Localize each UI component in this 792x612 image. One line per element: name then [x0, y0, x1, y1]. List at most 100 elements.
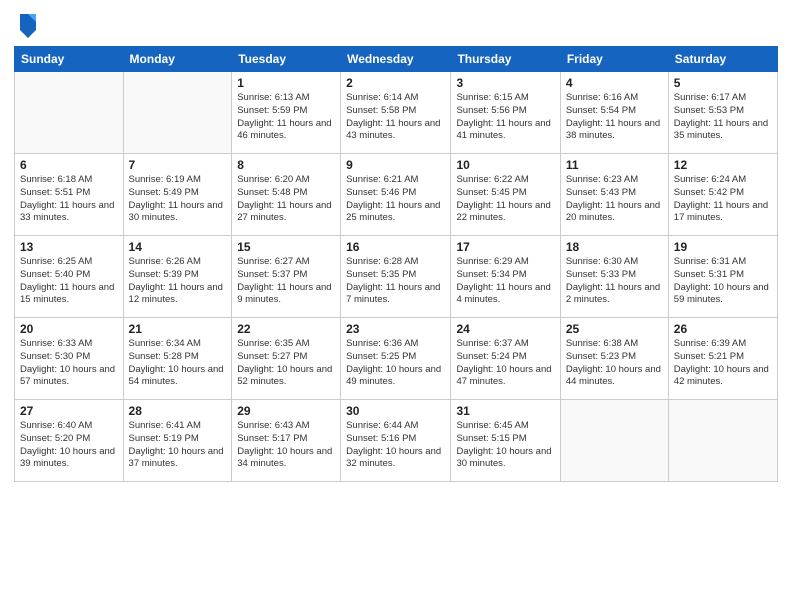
table-row — [15, 72, 124, 154]
day-detail: Sunrise: 6:37 AMSunset: 5:24 PMDaylight:… — [456, 338, 554, 389]
day-detail: Sunrise: 6:17 AMSunset: 5:53 PMDaylight:… — [674, 92, 772, 143]
day-number: 5 — [674, 76, 772, 90]
calendar-day-header: Wednesday — [341, 47, 451, 72]
table-row: 23 Sunrise: 6:36 AMSunset: 5:25 PMDayligh… — [341, 318, 451, 400]
calendar-day-header: Monday — [123, 47, 232, 72]
table-row: 27 Sunrise: 6:40 AMSunset: 5:20 PMDayligh… — [15, 400, 124, 482]
day-number: 2 — [346, 76, 445, 90]
day-detail: Sunrise: 6:40 AMSunset: 5:20 PMDaylight:… — [20, 420, 118, 471]
table-row: 10Sunrise: 6:22 AMSunset: 5:45 PMDayligh… — [451, 154, 560, 236]
day-number: 13 — [20, 240, 118, 254]
table-row: 26Sunrise: 6:39 AMSunset: 5:21 PMDayligh… — [668, 318, 777, 400]
day-detail: Sunrise: 6:33 AMSunset: 5:30 PMDaylight:… — [20, 338, 118, 389]
day-number: 3 — [456, 76, 554, 90]
table-row: 3 Sunrise: 6:15 AMSunset: 5:56 PMDaylight… — [451, 72, 560, 154]
day-number: 30 — [346, 404, 445, 418]
day-number: 7 — [129, 158, 227, 172]
page: SundayMondayTuesdayWednesdayThursdayFrid… — [0, 0, 792, 612]
table-row: 18Sunrise: 6:30 AMSunset: 5:33 PMDayligh… — [560, 236, 668, 318]
day-number: 25 — [566, 322, 663, 336]
table-row: 8Sunrise: 6:20 AMSunset: 5:48 PMDaylight… — [232, 154, 341, 236]
table-row: 30 Sunrise: 6:44 AMSunset: 5:16 PMDayligh… — [341, 400, 451, 482]
table-row: 17 Sunrise: 6:29 AMSunset: 5:34 PMDayligh… — [451, 236, 560, 318]
day-detail: Sunrise: 6:27 AMSunset: 5:37 PMDaylight:… — [237, 256, 335, 307]
day-number: 11 — [566, 158, 663, 172]
day-number: 28 — [129, 404, 227, 418]
table-row: 25Sunrise: 6:38 AMSunset: 5:23 PMDayligh… — [560, 318, 668, 400]
day-detail: Sunrise: 6:35 AMSunset: 5:27 PMDaylight:… — [237, 338, 335, 389]
day-detail: Sunrise: 6:21 AMSunset: 5:46 PMDaylight:… — [346, 174, 445, 225]
day-number: 12 — [674, 158, 772, 172]
day-number: 20 — [20, 322, 118, 336]
table-row: 11Sunrise: 6:23 AMSunset: 5:43 PMDayligh… — [560, 154, 668, 236]
day-number: 23 — [346, 322, 445, 336]
day-number: 4 — [566, 76, 663, 90]
day-number: 29 — [237, 404, 335, 418]
table-row: 9 Sunrise: 6:21 AMSunset: 5:46 PMDaylight… — [341, 154, 451, 236]
table-row: 2 Sunrise: 6:14 AMSunset: 5:58 PMDaylight… — [341, 72, 451, 154]
day-number: 24 — [456, 322, 554, 336]
day-number: 14 — [129, 240, 227, 254]
table-row — [560, 400, 668, 482]
day-number: 31 — [456, 404, 554, 418]
day-detail: Sunrise: 6:26 AMSunset: 5:39 PMDaylight:… — [129, 256, 227, 307]
day-detail: Sunrise: 6:45 AMSunset: 5:15 PMDaylight:… — [456, 420, 554, 471]
calendar-day-header: Tuesday — [232, 47, 341, 72]
day-detail: Sunrise: 6:31 AMSunset: 5:31 PMDaylight:… — [674, 256, 772, 307]
table-row: 29 Sunrise: 6:43 AMSunset: 5:17 PMDayligh… — [232, 400, 341, 482]
table-row: 12 Sunrise: 6:24 AMSunset: 5:42 PMDayligh… — [668, 154, 777, 236]
day-number: 22 — [237, 322, 335, 336]
calendar-week-row: 20 Sunrise: 6:33 AMSunset: 5:30 PMDayligh… — [15, 318, 778, 400]
day-number: 27 — [20, 404, 118, 418]
day-detail: Sunrise: 6:15 AMSunset: 5:56 PMDaylight:… — [456, 92, 554, 143]
logo-icon — [16, 10, 40, 38]
day-number: 9 — [346, 158, 445, 172]
day-detail: Sunrise: 6:41 AMSunset: 5:19 PMDaylight:… — [129, 420, 227, 471]
table-row: 13 Sunrise: 6:25 AMSunset: 5:40 PMDayligh… — [15, 236, 124, 318]
day-detail: Sunrise: 6:43 AMSunset: 5:17 PMDaylight:… — [237, 420, 335, 471]
day-detail: Sunrise: 6:14 AMSunset: 5:58 PMDaylight:… — [346, 92, 445, 143]
day-detail: Sunrise: 6:16 AMSunset: 5:54 PMDaylight:… — [566, 92, 663, 143]
table-row: 1 Sunrise: 6:13 AMSunset: 5:59 PMDaylight… — [232, 72, 341, 154]
day-number: 1 — [237, 76, 335, 90]
day-detail: Sunrise: 6:44 AMSunset: 5:16 PMDaylight:… — [346, 420, 445, 471]
table-row: 20 Sunrise: 6:33 AMSunset: 5:30 PMDayligh… — [15, 318, 124, 400]
day-detail: Sunrise: 6:29 AMSunset: 5:34 PMDaylight:… — [456, 256, 554, 307]
calendar-week-row: 6Sunrise: 6:18 AMSunset: 5:51 PMDaylight… — [15, 154, 778, 236]
table-row: 7 Sunrise: 6:19 AMSunset: 5:49 PMDaylight… — [123, 154, 232, 236]
table-row: 16 Sunrise: 6:28 AMSunset: 5:35 PMDayligh… — [341, 236, 451, 318]
table-row: 15 Sunrise: 6:27 AMSunset: 5:37 PMDayligh… — [232, 236, 341, 318]
table-row: 5 Sunrise: 6:17 AMSunset: 5:53 PMDaylight… — [668, 72, 777, 154]
table-row: 6Sunrise: 6:18 AMSunset: 5:51 PMDaylight… — [15, 154, 124, 236]
table-row — [668, 400, 777, 482]
day-detail: Sunrise: 6:25 AMSunset: 5:40 PMDaylight:… — [20, 256, 118, 307]
day-number: 17 — [456, 240, 554, 254]
table-row: 24 Sunrise: 6:37 AMSunset: 5:24 PMDayligh… — [451, 318, 560, 400]
calendar-header-row: SundayMondayTuesdayWednesdayThursdayFrid… — [15, 47, 778, 72]
day-number: 15 — [237, 240, 335, 254]
table-row — [123, 72, 232, 154]
calendar-table: SundayMondayTuesdayWednesdayThursdayFrid… — [14, 46, 778, 482]
table-row: 19Sunrise: 6:31 AMSunset: 5:31 PMDayligh… — [668, 236, 777, 318]
day-detail: Sunrise: 6:19 AMSunset: 5:49 PMDaylight:… — [129, 174, 227, 225]
header — [14, 10, 778, 38]
day-detail: Sunrise: 6:34 AMSunset: 5:28 PMDaylight:… — [129, 338, 227, 389]
table-row: 31 Sunrise: 6:45 AMSunset: 5:15 PMDayligh… — [451, 400, 560, 482]
calendar-day-header: Thursday — [451, 47, 560, 72]
day-detail: Sunrise: 6:24 AMSunset: 5:42 PMDaylight:… — [674, 174, 772, 225]
day-detail: Sunrise: 6:39 AMSunset: 5:21 PMDaylight:… — [674, 338, 772, 389]
day-number: 16 — [346, 240, 445, 254]
calendar-day-header: Friday — [560, 47, 668, 72]
calendar-week-row: 27 Sunrise: 6:40 AMSunset: 5:20 PMDayligh… — [15, 400, 778, 482]
table-row: 22 Sunrise: 6:35 AMSunset: 5:27 PMDayligh… — [232, 318, 341, 400]
day-detail: Sunrise: 6:28 AMSunset: 5:35 PMDaylight:… — [346, 256, 445, 307]
day-detail: Sunrise: 6:13 AMSunset: 5:59 PMDaylight:… — [237, 92, 335, 143]
day-detail: Sunrise: 6:36 AMSunset: 5:25 PMDaylight:… — [346, 338, 445, 389]
calendar-week-row: 1 Sunrise: 6:13 AMSunset: 5:59 PMDaylight… — [15, 72, 778, 154]
calendar-day-header: Saturday — [668, 47, 777, 72]
day-detail: Sunrise: 6:22 AMSunset: 5:45 PMDaylight:… — [456, 174, 554, 225]
day-number: 8 — [237, 158, 335, 172]
logo — [14, 10, 40, 38]
table-row: 4 Sunrise: 6:16 AMSunset: 5:54 PMDaylight… — [560, 72, 668, 154]
calendar-day-header: Sunday — [15, 47, 124, 72]
